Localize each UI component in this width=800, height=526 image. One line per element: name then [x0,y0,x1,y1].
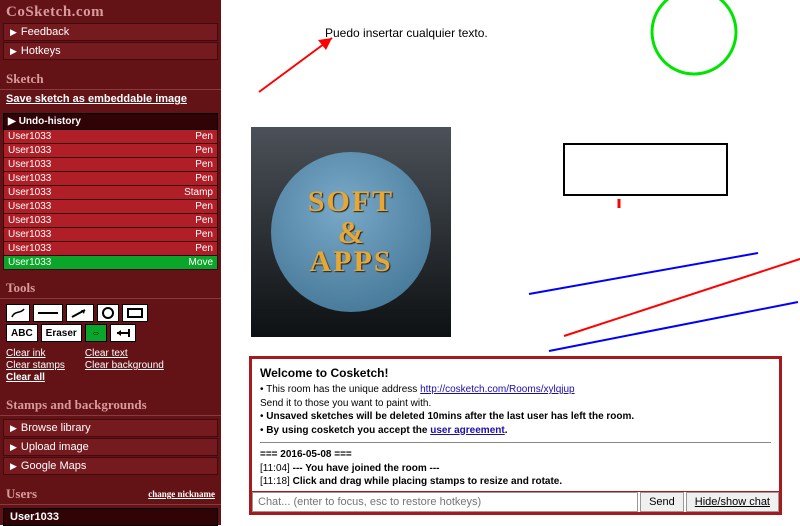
text-tool[interactable]: ABC [6,324,38,342]
stamp-softapps[interactable]: Soft & Apps [251,127,451,337]
user-row[interactable]: User1033 [3,508,218,526]
chat-input[interactable] [252,492,638,512]
chat-send-button[interactable]: Send [640,492,684,512]
menu-hotkeys[interactable]: ▶ Hotkeys [3,42,218,60]
blue-line-1-drawing [526,249,766,299]
chat-line: • By using cosketch you accept the user … [260,424,771,438]
undo-row[interactable]: User1033Pen [3,200,218,214]
undo-row[interactable]: User1033Move [3,256,218,270]
menu-label: Browse library [21,422,91,434]
stamps-upload[interactable]: ▶ Upload image [3,438,218,456]
undo-row[interactable]: User1033Pen [3,228,218,242]
menu-label: Upload image [21,441,89,453]
line-tool[interactable] [33,304,63,322]
clear-all-link[interactable]: Clear all [6,372,65,383]
chat-line: • Unsaved sketches will be deleted 10min… [260,410,771,424]
change-nickname-link[interactable]: change nickname [148,489,215,499]
triangle-icon: ▶ [10,27,17,38]
chat-footer: Send Hide/show chat [252,491,779,512]
rect-tool[interactable] [122,304,148,322]
chat-line: • This room has the unique address http:… [260,383,771,397]
red-arrow-drawing [254,30,344,100]
eraser-tool[interactable]: Eraser [41,324,82,342]
stamps-gmaps[interactable]: ▶ Google Maps [3,457,218,475]
section-tools: Tools [0,270,221,299]
stamps-browse[interactable]: ▶ Browse library [3,419,218,437]
clear-text-link[interactable]: Clear text [85,348,164,359]
chat-divider [260,442,771,443]
undo-row[interactable]: User1033Pen [3,214,218,228]
black-rect-drawing [563,143,733,203]
triangle-down-icon: ▶ [8,116,16,127]
red-tick-drawing [616,198,626,212]
triangle-icon: ▶ [10,46,17,57]
clear-stamps-link[interactable]: Clear stamps [6,360,65,371]
menu-feedback[interactable]: ▶ Feedback [3,23,218,41]
user-agreement-link[interactable]: user agreement [430,425,504,436]
section-sketch: Sketch [0,61,221,90]
arrow-tool[interactable] [66,304,94,322]
section-stamps: Stamps and backgrounds [0,387,221,416]
chat-welcome-title: Welcome to Cosketch! [260,365,771,381]
triangle-icon: ▶ [10,442,17,453]
save-sketch-link[interactable]: Save sketch as embeddable image [0,93,221,111]
undo-header-label: Undo-history [19,116,81,127]
green-circle-drawing [639,0,749,90]
canvas-text[interactable]: Puedo insertar cualquier texto. [325,26,488,40]
move-tool[interactable]: ⇔ [85,324,107,342]
menu-label: Google Maps [21,460,86,472]
pan-tool[interactable] [110,324,136,342]
undo-row[interactable]: User1033Stamp [3,186,218,200]
chat-msg: [11:18] Click and drag while placing sta… [260,475,771,489]
chat-date: === 2016-05-08 === [260,448,771,462]
clear-background-link[interactable]: Clear background [85,360,164,371]
room-url-link[interactable]: http://cosketch.com/Rooms/xylqjup [420,384,575,395]
tool-row-1 [6,304,215,322]
chat-line: Send it to those you want to paint with. [260,397,771,411]
pen-tool[interactable] [6,304,30,322]
undo-row[interactable]: User1033Pen [3,144,218,158]
red-line-drawing [561,254,800,344]
triangle-icon: ▶ [10,423,17,434]
undo-row[interactable]: User1033Pen [3,242,218,256]
menu-label: Feedback [21,26,69,38]
blue-line-2-drawing [546,298,800,358]
tool-row-2: ABC Eraser ⇔ [6,324,215,342]
stamp-text-bot: Apps [310,245,393,279]
triangle-icon: ▶ [10,461,17,472]
clear-ink-link[interactable]: Clear ink [6,348,65,359]
chat-toggle-button[interactable]: Hide/show chat [686,492,779,512]
chat-body: Welcome to Cosketch! • This room has the… [252,359,779,491]
section-users: Users change nickname [0,476,221,505]
undo-row[interactable]: User1033Pen [3,172,218,186]
tool-links: Clear ink Clear stamps Clear all Clear t… [0,344,221,387]
chat-panel: Welcome to Cosketch! • This room has the… [249,356,782,515]
undo-row[interactable]: User1033Pen [3,158,218,172]
menu-label: Hotkeys [21,45,61,57]
sidebar: CoSketch.com ▶ Feedback ▶ Hotkeys Sketch… [0,0,221,525]
undo-history-header[interactable]: ▶ Undo-history [3,113,218,130]
undo-list: User1033Pen User1033Pen User1033Pen User… [3,130,218,270]
circle-tool[interactable] [97,304,119,322]
stamp-text-mid: & [338,219,365,245]
app-title: CoSketch.com [0,0,221,22]
chat-msg: [11:04] --- You have joined the room --- [260,462,771,476]
undo-row[interactable]: User1033Pen [3,130,218,144]
users-header-label: Users [6,486,37,502]
